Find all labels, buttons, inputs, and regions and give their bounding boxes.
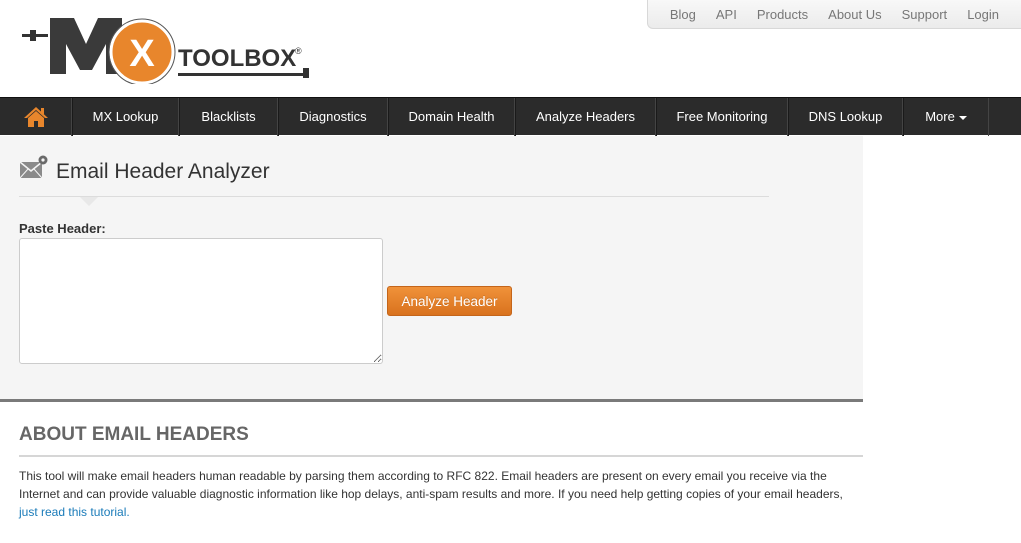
tutorial-link[interactable]: just read this tutorial. [19,505,130,519]
page-title: Email Header Analyzer [56,160,270,183]
nav-free-monitoring[interactable]: Free Monitoring [656,98,788,136]
nav-domain-health[interactable]: Domain Health [388,98,515,136]
logo-registered: ® [295,46,302,56]
nav-more-label: More [925,109,955,124]
panel-divider [0,399,863,402]
nav-more[interactable]: More [903,98,989,136]
site-header: X TOOLBOX ® Blog API Products About Us S… [0,0,1021,97]
title-divider [19,196,769,197]
nav-mx-lookup[interactable]: MX Lookup [72,98,179,136]
paste-header-label: Paste Header: [19,221,106,236]
nav-dns-lookup[interactable]: DNS Lookup [788,98,903,136]
email-gear-icon [19,155,48,179]
home-icon [23,107,48,127]
topnav-about-us[interactable]: About Us [818,0,891,29]
logo-text: TOOLBOX [178,45,296,72]
nav-analyze-headers[interactable]: Analyze Headers [515,98,656,136]
main-nav: MX Lookup Blacklists Diagnostics Domain … [0,97,1021,136]
paste-header-input[interactable] [19,238,383,364]
about-paragraph: This tool will make email headers human … [19,467,864,521]
top-utility-nav: Blog API Products About Us Support Login [646,0,1021,29]
about-heading: ABOUT EMAIL HEADERS [19,424,249,445]
topnav-api[interactable]: API [706,0,747,29]
caret-down-icon [958,115,967,120]
topnav-login[interactable]: Login [957,0,1009,29]
nav-home[interactable] [0,98,72,136]
about-divider [19,455,863,457]
about-text: This tool will make email headers human … [19,469,843,501]
topnav-support[interactable]: Support [892,0,958,29]
title-notch [80,197,98,206]
mxtoolbox-logo[interactable]: X TOOLBOX ® [22,14,312,84]
nav-diagnostics[interactable]: Diagnostics [278,98,388,136]
nav-blacklists[interactable]: Blacklists [179,98,278,136]
topnav-blog[interactable]: Blog [660,0,706,29]
analyze-header-button[interactable]: Analyze Header [387,286,512,316]
logo-mark-x: X [129,33,155,75]
topnav-products[interactable]: Products [747,0,818,29]
